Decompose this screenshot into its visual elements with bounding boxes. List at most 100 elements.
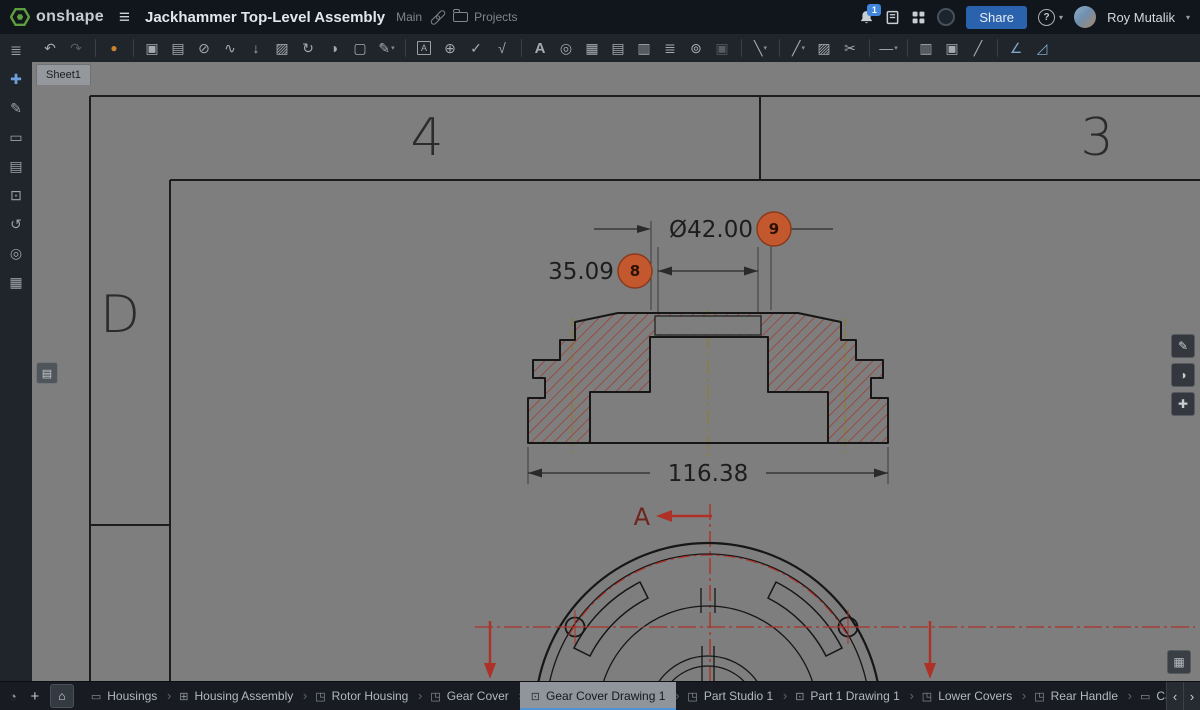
dimension-value[interactable]: Ø42.00 — [669, 217, 753, 243]
insert-image-icon[interactable]: ▣ — [710, 36, 735, 60]
chevron-down-icon: ▾ — [1059, 13, 1063, 22]
ai-orb-icon[interactable] — [937, 8, 955, 26]
toolbar-divider — [907, 39, 908, 57]
paste-sheet-icon[interactable]: ▣ — [140, 36, 165, 60]
auxiliary-view-icon[interactable]: ↻ — [296, 36, 321, 60]
tab-gear-cover[interactable]: ◳ Gear Cover — [419, 682, 519, 710]
projected-view-icon[interactable]: ↓ — [244, 36, 269, 60]
sheet-tab[interactable]: Sheet1 — [36, 64, 91, 85]
link-panel-icon[interactable]: ⊡ — [6, 187, 26, 203]
measure-tool-icon[interactable]: ◿ — [1030, 36, 1055, 60]
drawing-area[interactable]: 4 3 D Ø42.00 — [32, 62, 1200, 682]
tab-housing-assembly[interactable]: ⊞ Housing Assembly — [168, 682, 304, 710]
help-menu[interactable]: ? ▾ — [1038, 9, 1063, 26]
centermark-icon[interactable]: ⊕ — [438, 36, 463, 60]
toolbar-divider — [95, 39, 96, 57]
tab-rotor-housing[interactable]: ◳ Rotor Housing — [304, 682, 419, 710]
app-store-icon[interactable] — [911, 10, 926, 25]
measure-angle-icon[interactable]: ∠ — [1004, 36, 1029, 60]
note-icon[interactable]: A — [412, 36, 437, 60]
search-icon[interactable]: ◎ — [6, 245, 26, 261]
user-menu-caret-icon[interactable]: ▾ — [1186, 13, 1190, 22]
detail-view-icon[interactable]: ◎ — [554, 36, 579, 60]
leader-style-icon[interactable]: ╲▾ — [748, 36, 773, 60]
balloon-8[interactable]: 8 — [618, 254, 652, 288]
sketch-icon[interactable]: ╱ — [966, 36, 991, 60]
balloon-9[interactable]: 9 — [757, 212, 791, 246]
home-button[interactable]: ⌂ — [50, 684, 74, 708]
share-link-icon[interactable] — [430, 10, 445, 24]
drawing-toolbar: ↶ ↷ ● ▣ ▤ — [32, 34, 1200, 62]
onshape-wordmark: onshape — [36, 8, 104, 26]
hide-annotations-button[interactable]: ◑ — [1171, 363, 1195, 387]
document-tab-bar: ◔ + ⌂ ▭ Housings ⊞ Housing Assembly ◳ Ro… — [0, 681, 1200, 710]
canvas-tools-button[interactable]: ✚ — [1171, 392, 1195, 416]
avatar[interactable] — [1074, 6, 1096, 28]
style-icon[interactable]: ✎ — [6, 100, 26, 116]
assembly-icon: ⊞ — [179, 690, 188, 703]
add-tab-button[interactable]: + — [26, 688, 44, 705]
crop-view-icon[interactable]: ▢ — [348, 36, 373, 60]
tab-label: Part 1 Drawing 1 — [810, 689, 899, 703]
trim-icon[interactable]: ✂ — [838, 36, 863, 60]
export-dxf-icon[interactable]: ▥ — [914, 36, 939, 60]
folder-icon: ▭ — [91, 690, 101, 703]
export-image-icon[interactable]: ▣ — [940, 36, 965, 60]
view-options-button[interactable]: ▦ — [1167, 650, 1191, 674]
dimension-width[interactable]: 35.09 — [548, 247, 758, 312]
add-annotation-icon[interactable]: ✚ — [6, 71, 26, 87]
structure-panel-icon[interactable]: ≣ — [6, 42, 26, 58]
tab-label: Housings — [107, 689, 157, 703]
workspace-name[interactable]: Main — [396, 10, 422, 24]
tab-gear-cover-drawing-1[interactable]: ⊡ Gear Cover Drawing 1 — [520, 682, 677, 710]
export-sheet-icon[interactable]: ▥ — [632, 36, 657, 60]
sheet-panel-toggle-button[interactable]: ▤ — [36, 362, 58, 384]
hatch-pattern-icon[interactable]: ▨ — [812, 36, 837, 60]
canvas-right-tools: ✎ ◑ ✚ — [1171, 334, 1195, 416]
dimension-value[interactable]: 116.38 — [668, 461, 748, 487]
hide-hatch-icon[interactable]: ⊘ — [192, 36, 217, 60]
learning-center-icon[interactable] — [885, 10, 900, 25]
release-notes-icon[interactable]: ▤ — [6, 158, 26, 174]
balloon-tool-icon[interactable]: ⊚ — [684, 36, 709, 60]
drawing-sheet[interactable]: 4 3 D Ø42.00 — [32, 62, 1200, 682]
dimension-value[interactable]: 35.09 — [548, 259, 614, 285]
tab-lower-covers[interactable]: ◳ Lower Covers — [911, 682, 1023, 710]
part-studio-icon: ◳ — [315, 690, 325, 703]
scroll-tabs-right-button[interactable]: › — [1184, 682, 1200, 710]
dimension-tool-icon[interactable]: ✎▾ — [374, 36, 399, 60]
sheet-list-icon[interactable]: ▤ — [606, 36, 631, 60]
spline-leader-icon[interactable]: ∿ — [218, 36, 243, 60]
sync-status-icon[interactable]: ● — [102, 36, 127, 60]
hatch-tool-icon[interactable]: ▨ — [270, 36, 295, 60]
bottom-view[interactable] — [535, 543, 881, 682]
scroll-tabs-left-button[interactable]: ‹ — [1167, 682, 1184, 710]
breadcrumb[interactable]: Projects — [453, 10, 517, 24]
undo-icon[interactable]: ↶ — [38, 36, 63, 60]
selection-options-button[interactable]: ✎ — [1171, 334, 1195, 358]
toolbar-divider — [779, 39, 780, 57]
new-sheet-icon[interactable]: ▤ — [166, 36, 191, 60]
tab-rear-handle[interactable]: ◳ Rear Handle — [1023, 682, 1129, 710]
section-view[interactable] — [528, 310, 888, 458]
tab-manager-icon[interactable]: ◔ — [9, 689, 17, 704]
line-style-icon[interactable]: ╱▾ — [786, 36, 811, 60]
comment-icon[interactable]: ▭ — [6, 129, 26, 145]
share-button[interactable]: Share — [966, 6, 1027, 29]
menu-icon[interactable]: ≡ — [119, 8, 130, 27]
tab-castings[interactable]: ▭ Castings — [1129, 682, 1166, 710]
section-view-icon[interactable]: ◑ — [322, 36, 347, 60]
tab-housings[interactable]: ▭ Housings — [80, 682, 168, 710]
notifications-button[interactable]: 1 — [859, 10, 874, 25]
geometric-tolerance-icon[interactable]: ✓ — [464, 36, 489, 60]
bom-table-icon[interactable]: ≣ — [658, 36, 683, 60]
redo-icon[interactable]: ↷ — [64, 36, 89, 60]
surface-finish-icon[interactable]: √ — [490, 36, 515, 60]
text-tool-icon[interactable]: A — [528, 36, 553, 60]
tab-part-1-drawing-1[interactable]: ⊡ Part 1 Drawing 1 — [784, 682, 911, 710]
tab-part-studio-1[interactable]: ◳ Part Studio 1 — [676, 682, 784, 710]
table-icon[interactable]: ▦ — [580, 36, 605, 60]
history-icon[interactable]: ↺ — [6, 216, 26, 232]
line-weight-icon[interactable]: —▾ — [876, 36, 901, 60]
tables-panel-icon[interactable]: ▦ — [6, 274, 26, 290]
